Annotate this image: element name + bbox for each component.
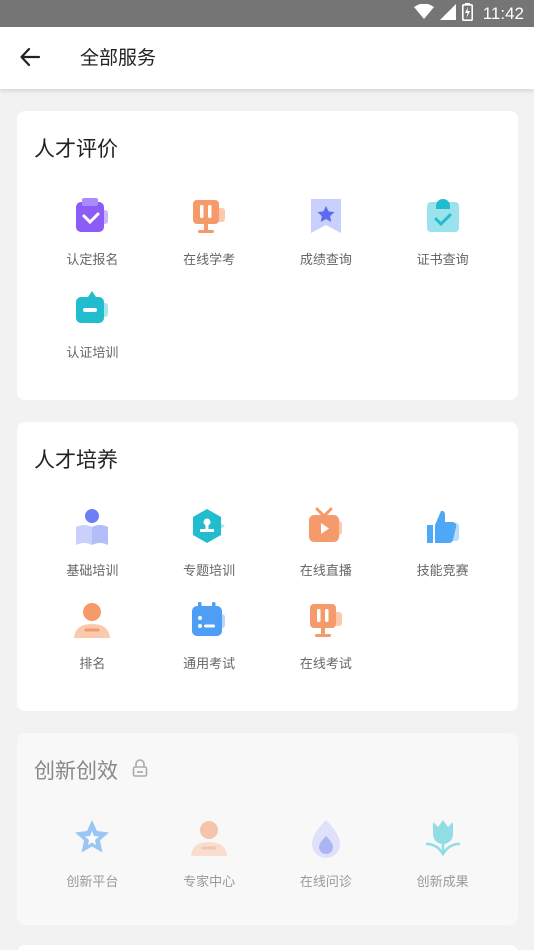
service-item[interactable]: 成绩查询 (268, 191, 385, 268)
service-item[interactable]: 在线直播 (268, 502, 385, 579)
section-title: 人才培养 (34, 448, 118, 472)
certification-training-icon (67, 284, 117, 334)
innovation-platform-icon (67, 813, 117, 863)
service-label: 在线直播 (299, 564, 352, 579)
service-item[interactable]: 专家中心 (151, 813, 268, 890)
register-icon (67, 191, 117, 241)
service-label: 专题培训 (183, 564, 236, 579)
service-item[interactable]: 认证培训 (34, 284, 151, 361)
back-button[interactable] (14, 43, 46, 75)
service-label: 技能竞赛 (416, 564, 469, 579)
service-label: 专家中心 (183, 875, 236, 890)
section-title: 人才评价 (34, 137, 118, 161)
service-label: 在线学考 (183, 253, 236, 268)
status-icons: 11:42 (413, 0, 524, 27)
service-grid: 认定报名 在线学考 成绩查询 证书查询 认证培训 (34, 191, 501, 361)
service-label: 证书查询 (416, 253, 469, 268)
service-label: 认证培训 (66, 346, 119, 361)
service-grid: 创新平台 专家中心 在线问诊 创新成果 (34, 813, 501, 890)
page-title: 全部服务 (80, 47, 157, 69)
service-item[interactable]: 认定报名 (34, 191, 151, 268)
section-talent-evaluation: 人才评价 认定报名 在线学考 成绩查询 证书查询 认证培训 (17, 111, 518, 400)
lock-icon (132, 758, 148, 782)
service-label: 基础培训 (66, 564, 119, 579)
innovation-results-icon (418, 813, 468, 863)
service-label: 在线问诊 (299, 875, 352, 890)
wifi-icon (413, 3, 434, 24)
score-query-icon (301, 191, 351, 241)
online-exam-icon (301, 595, 351, 645)
service-item[interactable]: 基础培训 (34, 502, 151, 579)
app-bar: 全部服务 (0, 27, 534, 89)
service-label: 通用考试 (183, 657, 236, 672)
basic-training-icon (67, 502, 117, 552)
status-bar: 11:42 (0, 0, 534, 27)
arrow-left-icon (19, 46, 41, 72)
service-label: 成绩查询 (299, 253, 352, 268)
service-item[interactable]: 专题培训 (151, 502, 268, 579)
service-item[interactable]: 通用考试 (151, 595, 268, 672)
service-label: 在线考试 (299, 657, 352, 672)
service-item[interactable]: 证书查询 (384, 191, 501, 268)
service-item[interactable]: 在线考试 (268, 595, 385, 672)
service-grid: 基础培训 专题培训 在线直播 技能竞赛 排名 通用考试 在线考试 (34, 502, 501, 672)
service-item[interactable]: 排名 (34, 595, 151, 672)
service-item[interactable]: 技能竞赛 (384, 502, 501, 579)
signal-icon (439, 3, 456, 24)
section-innovation: 创新创效 创新平台 专家中心 在线问诊 创新成果 (17, 733, 518, 925)
service-item[interactable]: 创新平台 (34, 813, 151, 890)
service-label: 排名 (79, 657, 106, 672)
battery-icon (461, 2, 473, 25)
topic-training-icon (184, 502, 234, 552)
service-label: 创新平台 (66, 875, 119, 890)
general-exam-icon (184, 595, 234, 645)
section-title: 创新创效 (34, 755, 148, 785)
service-item[interactable]: 在线问诊 (268, 813, 385, 890)
section-next-partial (17, 945, 518, 950)
service-item[interactable]: 创新成果 (384, 813, 501, 890)
live-broadcast-icon (301, 502, 351, 552)
certificate-query-icon (418, 191, 468, 241)
skill-competition-icon (418, 502, 468, 552)
service-item[interactable]: 在线学考 (151, 191, 268, 268)
online-consultation-icon (301, 813, 351, 863)
service-label: 创新成果 (416, 875, 469, 890)
service-label: 认定报名 (66, 253, 119, 268)
online-study-icon (184, 191, 234, 241)
status-time: 11:42 (482, 3, 524, 23)
ranking-icon (67, 595, 117, 645)
expert-center-icon (184, 813, 234, 863)
section-talent-training: 人才培养 基础培训 专题培训 在线直播 技能竞赛 排名 通用考试 在线考试 (17, 422, 518, 711)
